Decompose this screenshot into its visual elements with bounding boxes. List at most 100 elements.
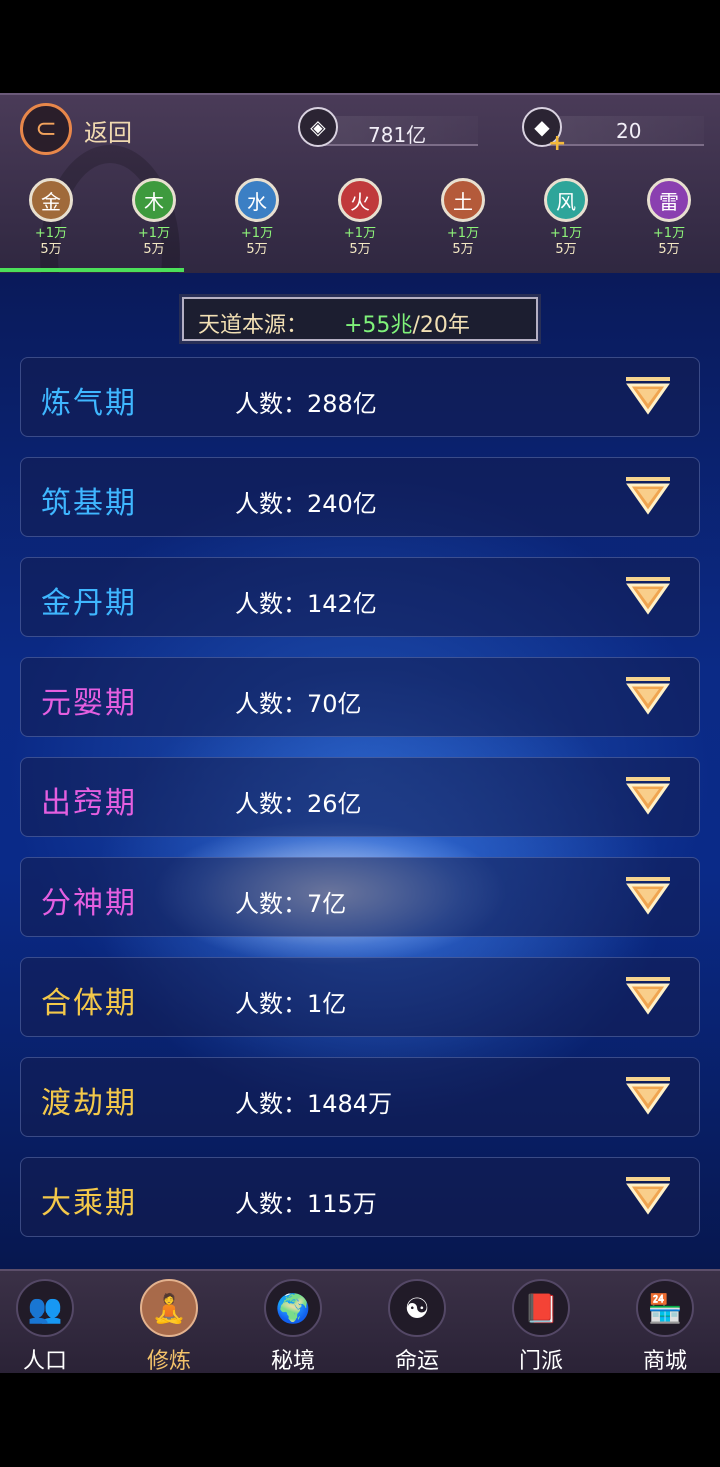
stage-name: 渡劫期 bbox=[41, 1086, 137, 1121]
element-thunder[interactable]: 雷 +1万 5万 bbox=[639, 178, 699, 258]
expand-triangle-icon[interactable] bbox=[625, 876, 671, 916]
shop-icon: 🏪 bbox=[636, 1279, 694, 1337]
cultivation-panel: 天道本源： +55兆/20年 炼气期 人数：288亿 筑基期 人数：240亿 金… bbox=[0, 273, 720, 1269]
stage-name: 元婴期 bbox=[41, 686, 137, 721]
element-total: 5万 bbox=[658, 242, 680, 257]
stage-row[interactable]: 大乘期 人数：115万 bbox=[20, 1157, 700, 1237]
element-gain: +1万 bbox=[343, 226, 377, 241]
element-icon: 金 bbox=[29, 178, 73, 222]
stage-count: 人数：1484万 bbox=[235, 1090, 393, 1118]
element-total: 5万 bbox=[555, 242, 577, 257]
source-period: /20年 bbox=[412, 313, 470, 338]
diamond-resource: ◆ + 20 bbox=[522, 107, 704, 156]
stage-name: 合体期 bbox=[41, 986, 137, 1021]
element-icon: 火 bbox=[338, 178, 382, 222]
element-gain: +1万 bbox=[34, 226, 68, 241]
expand-triangle-icon[interactable] bbox=[625, 476, 671, 516]
expand-triangle-icon[interactable] bbox=[625, 576, 671, 616]
nav-shop[interactable]: 🏪 商城 bbox=[625, 1279, 705, 1375]
stage-row[interactable]: 元婴期 人数：70亿 bbox=[20, 657, 700, 737]
back-label: 返回 bbox=[84, 119, 132, 147]
expand-triangle-icon[interactable] bbox=[625, 376, 671, 416]
element-icon: 水 bbox=[235, 178, 279, 222]
stage-row[interactable]: 金丹期 人数：142亿 bbox=[20, 557, 700, 637]
spirit-stone-value: 781亿 bbox=[368, 123, 427, 147]
element-earth[interactable]: 土 +1万 5万 bbox=[433, 178, 493, 258]
stage-row[interactable]: 分神期 人数：7亿 bbox=[20, 857, 700, 937]
element-fire[interactable]: 火 +1万 5万 bbox=[330, 178, 390, 258]
nav-label: 秘境 bbox=[270, 1349, 315, 1374]
stage-count: 人数：26亿 bbox=[235, 790, 362, 818]
element-wind[interactable]: 风 +1万 5万 bbox=[536, 178, 596, 258]
element-total: 5万 bbox=[452, 242, 474, 257]
stage-row[interactable]: 合体期 人数：1亿 bbox=[20, 957, 700, 1037]
meditation-icon: 🧘 bbox=[140, 1279, 198, 1337]
globe-icon: 🌍 bbox=[264, 1279, 322, 1337]
expand-triangle-icon[interactable] bbox=[625, 976, 671, 1016]
stage-row[interactable]: 筑基期 人数：240亿 bbox=[20, 457, 700, 537]
expand-triangle-icon[interactable] bbox=[625, 676, 671, 716]
nav-cultivation[interactable]: 🧘 修炼 bbox=[129, 1279, 209, 1375]
stage-row[interactable]: 出窍期 人数：26亿 bbox=[20, 757, 700, 837]
nav-label: 修炼 bbox=[146, 1349, 191, 1374]
nav-fate[interactable]: ☯ 命运 bbox=[377, 1279, 457, 1375]
stage-name: 大乘期 bbox=[41, 1186, 137, 1221]
nav-sect[interactable]: 📕 门派 bbox=[501, 1279, 581, 1375]
element-total: 5万 bbox=[40, 242, 62, 257]
bottom-navigation: 👥 人口 🧘 修炼 🌍 秘境 ☯ 命运 📕 门派 🏪 商城 bbox=[0, 1269, 720, 1375]
stage-count: 人数：70亿 bbox=[235, 690, 362, 718]
heavenly-source-label: 天道本源： bbox=[198, 313, 309, 338]
back-button[interactable]: ⊂ 返回 bbox=[20, 103, 150, 159]
element-total: 5万 bbox=[246, 242, 268, 257]
stage-count: 人数：288亿 bbox=[235, 390, 377, 418]
expand-triangle-icon[interactable] bbox=[625, 1176, 671, 1216]
stage-count: 人数：1亿 bbox=[235, 990, 347, 1018]
element-metal[interactable]: 金 +1万 5万 bbox=[21, 178, 81, 258]
element-total: 5万 bbox=[143, 242, 165, 257]
stage-row[interactable]: 炼气期 人数：288亿 bbox=[20, 357, 700, 437]
stage-name: 出窍期 bbox=[41, 786, 137, 821]
stage-name: 分神期 bbox=[41, 886, 137, 921]
expand-triangle-icon[interactable] bbox=[625, 776, 671, 816]
stage-row[interactable]: 渡劫期 人数：1484万 bbox=[20, 1057, 700, 1137]
status-bar-area bbox=[0, 0, 720, 93]
yin-yang-icon: ☯ bbox=[388, 1279, 446, 1337]
element-icon: 木 bbox=[132, 178, 176, 222]
expand-triangle-icon[interactable] bbox=[625, 1076, 671, 1116]
stage-count: 人数：7亿 bbox=[235, 890, 347, 918]
source-amount: +55兆 bbox=[344, 313, 413, 338]
nav-label: 门派 bbox=[518, 1349, 563, 1374]
stage-name: 炼气期 bbox=[41, 386, 137, 421]
element-gain: +1万 bbox=[240, 226, 274, 241]
element-gain: +1万 bbox=[446, 226, 480, 241]
element-water[interactable]: 水 +1万 5万 bbox=[227, 178, 287, 258]
stage-count: 人数：142亿 bbox=[235, 590, 377, 618]
element-gain: +1万 bbox=[652, 226, 686, 241]
heavenly-source-value: +55兆/20年 bbox=[344, 307, 470, 339]
active-tab-indicator bbox=[0, 268, 184, 272]
element-icon: 雷 bbox=[647, 178, 691, 222]
stage-name: 金丹期 bbox=[41, 586, 137, 621]
spirit-stone-icon: ◈ bbox=[298, 107, 338, 147]
element-total: 5万 bbox=[349, 242, 371, 257]
sect-book-icon: 📕 bbox=[512, 1279, 570, 1337]
stage-count: 人数：115万 bbox=[235, 1190, 377, 1218]
stage-name: 筑基期 bbox=[41, 486, 137, 521]
add-diamond-icon[interactable]: + bbox=[548, 131, 566, 156]
element-gain: +1万 bbox=[137, 226, 171, 241]
element-icon: 风 bbox=[544, 178, 588, 222]
people-icon: 👥 bbox=[16, 1279, 74, 1337]
stage-count: 人数：240亿 bbox=[235, 490, 377, 518]
nav-secret-realm[interactable]: 🌍 秘境 bbox=[253, 1279, 333, 1375]
nav-population[interactable]: 👥 人口 bbox=[5, 1279, 85, 1375]
spirit-stone-resource: ◈ 781亿 bbox=[298, 107, 478, 151]
element-icon: 土 bbox=[441, 178, 485, 222]
system-nav-area bbox=[0, 1373, 720, 1467]
heavenly-source-box: 天道本源： +55兆/20年 bbox=[182, 297, 538, 341]
diamond-value: 20 bbox=[616, 119, 642, 143]
nav-label: 命运 bbox=[394, 1349, 439, 1374]
element-wood[interactable]: 木 +1万 5万 bbox=[124, 178, 184, 258]
element-gain: +1万 bbox=[549, 226, 583, 241]
nav-label: 商城 bbox=[642, 1349, 687, 1374]
back-arrow-icon: ⊂ bbox=[20, 103, 72, 155]
